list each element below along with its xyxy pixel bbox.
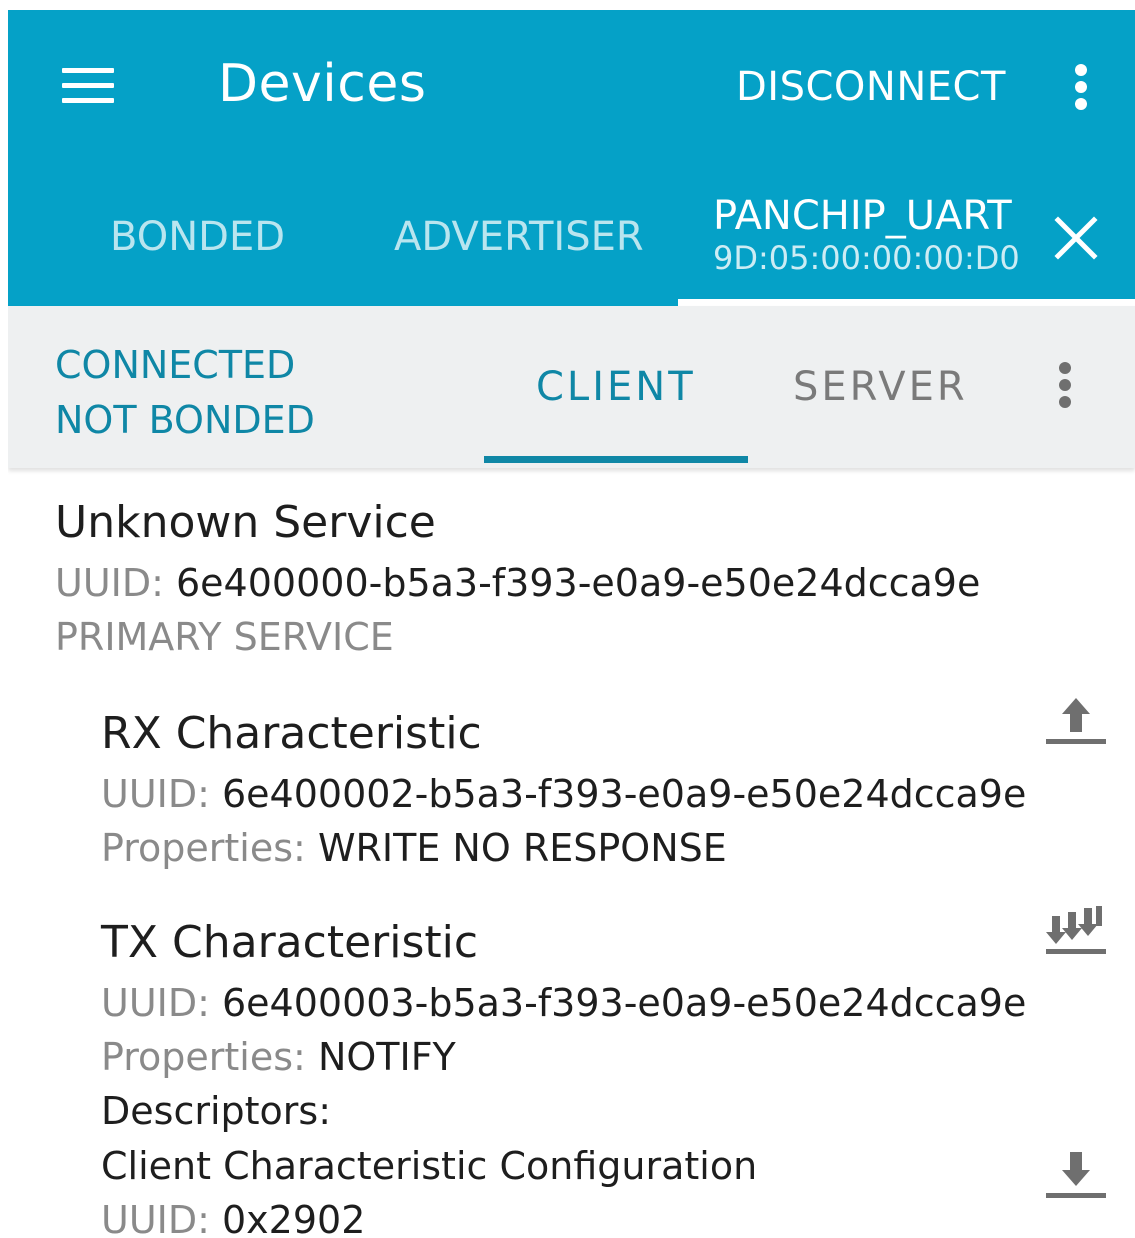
- tab-selected-indicator: [678, 299, 1135, 306]
- characteristic-properties: NOTIFY: [317, 1035, 456, 1079]
- page-title: Devices: [218, 54, 427, 114]
- connection-bar: CONNECTED NOT BONDED CLIENT SERVER: [8, 306, 1135, 468]
- service-uuid: 6e400000-b5a3-f393-e0a9-e50e24dcca9e: [176, 561, 981, 605]
- characteristic-uuid-row: UUID: 6e400002-b5a3-f393-e0a9-e50e24dcca…: [101, 772, 1026, 816]
- app-bar: Devices DISCONNECT BONDED ADVERTISER PAN…: [8, 10, 1135, 306]
- client-tab-indicator: [484, 456, 748, 463]
- characteristic-properties-row: Properties: WRITE NO RESPONSE: [101, 826, 727, 870]
- characteristic-properties: WRITE NO RESPONSE: [317, 826, 727, 870]
- service-type: PRIMARY SERVICE: [55, 615, 394, 659]
- uuid-label: UUID:: [101, 772, 210, 816]
- characteristic-name: RX Characteristic: [101, 708, 482, 759]
- uuid-label: UUID:: [101, 981, 210, 1025]
- tab-device[interactable]: PANCHIP_UART 9D:05:00:00:00:D0: [713, 194, 1020, 278]
- tab-client[interactable]: CLIENT: [536, 364, 696, 410]
- tab-bonded[interactable]: BONDED: [110, 214, 285, 260]
- tab-device-address: 9D:05:00:00:00:D0: [713, 239, 1020, 277]
- characteristic-uuid: 6e400002-b5a3-f393-e0a9-e50e24dcca9e: [222, 772, 1027, 816]
- uuid-label: UUID:: [101, 1198, 210, 1238]
- menu-icon[interactable]: [58, 62, 118, 110]
- service-name: Unknown Service: [55, 497, 436, 548]
- descriptors-label: Descriptors:: [101, 1089, 332, 1133]
- bond-state: NOT BONDED: [55, 398, 315, 442]
- characteristic-properties-row: Properties: NOTIFY: [101, 1035, 456, 1079]
- descriptor-uuid: 0x2902: [222, 1198, 366, 1238]
- tab-advertiser[interactable]: ADVERTISER: [394, 214, 644, 260]
- descriptor-name: Client Characteristic Configuration: [101, 1144, 758, 1188]
- download-icon[interactable]: [1046, 1150, 1106, 1202]
- properties-label: Properties:: [101, 826, 306, 870]
- more-vert-icon[interactable]: [1050, 358, 1080, 412]
- connection-state: CONNECTED: [55, 343, 296, 387]
- tab-server[interactable]: SERVER: [793, 364, 968, 410]
- upload-icon[interactable]: [1046, 696, 1106, 748]
- properties-label: Properties:: [101, 1035, 306, 1079]
- service-uuid-row: UUID: 6e400000-b5a3-f393-e0a9-e50e24dcca…: [55, 561, 980, 605]
- connection-status: CONNECTED NOT BONDED: [55, 338, 315, 448]
- app-screen: Devices DISCONNECT BONDED ADVERTISER PAN…: [8, 10, 1135, 1238]
- characteristic-uuid: 6e400003-b5a3-f393-e0a9-e50e24dcca9e: [222, 981, 1027, 1025]
- close-icon[interactable]: [1052, 214, 1100, 262]
- disconnect-button[interactable]: DISCONNECT: [736, 64, 1006, 110]
- characteristic-name: TX Characteristic: [101, 917, 479, 968]
- descriptor-uuid-row: UUID: 0x2902: [101, 1198, 365, 1238]
- uuid-label: UUID:: [55, 561, 164, 605]
- more-vert-icon[interactable]: [1066, 60, 1096, 114]
- notify-download-icon[interactable]: [1046, 906, 1106, 958]
- characteristic-uuid-row: UUID: 6e400003-b5a3-f393-e0a9-e50e24dcca…: [101, 981, 1026, 1025]
- tab-device-name: PANCHIP_UART: [713, 193, 1012, 239]
